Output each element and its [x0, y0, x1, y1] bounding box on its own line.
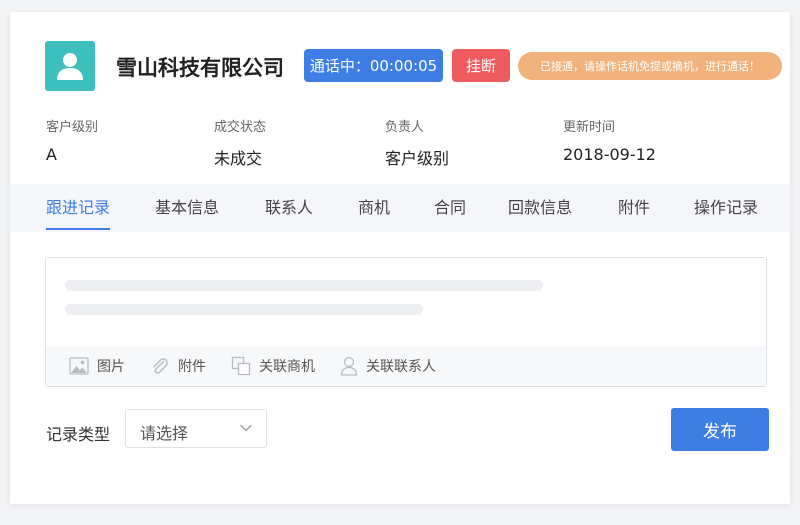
info-value: A: [46, 145, 57, 164]
publish-button[interactable]: 发布: [671, 408, 769, 451]
info-customer-level: 客户级别 A: [46, 116, 98, 164]
paperclip-icon: [153, 358, 168, 374]
tab-attachments[interactable]: 附件: [618, 184, 650, 232]
record-type-select[interactable]: 请选择: [125, 409, 267, 448]
insert-attachment-button[interactable]: 附件: [150, 346, 206, 386]
person-icon: [340, 356, 358, 376]
toolbar-label: 图片: [97, 359, 125, 375]
toolbar-label: 关联商机: [259, 359, 315, 375]
tab-basic-info[interactable]: 基本信息: [155, 184, 219, 232]
follow-up-editor[interactable]: 图片 附件 关联商机 关联联系人: [45, 257, 767, 387]
info-label: 客户级别: [46, 120, 99, 135]
tab-opportunities[interactable]: 商机: [358, 184, 390, 232]
company-name: 雪山科技有限公司: [116, 56, 284, 80]
text-placeholder-line: [65, 304, 423, 315]
image-icon: [69, 357, 89, 375]
tab-follow-up[interactable]: 跟进记录: [46, 184, 111, 232]
info-deal-status: 成交状态 未成交: [214, 116, 266, 169]
user-icon: [57, 53, 83, 80]
toolbar-label: 附件: [178, 359, 206, 375]
customer-card: 雪山科技有限公司 通话中：00:00:05 挂断 已接通，请操作话机免提或摘机，…: [10, 12, 790, 504]
insert-image-button[interactable]: 图片: [69, 346, 125, 386]
info-owner: 负责人 客户级别: [385, 116, 449, 169]
toolbar-label: 关联联系人: [366, 359, 436, 375]
tab-payments[interactable]: 回款信息: [508, 184, 572, 232]
chevron-down-icon: [240, 424, 252, 432]
info-updated-time: 更新时间 2018-09-12: [563, 116, 656, 164]
info-label: 成交状态: [214, 120, 267, 135]
link-contact-button[interactable]: 关联联系人: [340, 346, 436, 386]
info-value: 2018-09-12: [563, 145, 656, 164]
text-placeholder-line: [65, 280, 543, 291]
record-type-label: 记录类型: [46, 425, 111, 444]
tab-contracts[interactable]: 合同: [434, 184, 466, 232]
hangup-button[interactable]: 挂断: [452, 49, 510, 82]
link-opportunity-button[interactable]: 关联商机: [231, 346, 315, 386]
call-status-badge: 通话中：00:00:05: [304, 49, 443, 82]
info-label: 更新时间: [563, 120, 616, 135]
avatar: [45, 41, 95, 91]
info-value: 未成交: [214, 149, 263, 168]
select-placeholder: 请选择: [140, 424, 189, 443]
copy-link-icon: [231, 356, 251, 376]
info-value: 客户级别: [385, 149, 450, 168]
detail-tabs: 跟进记录 基本信息 联系人 商机 合同 回款信息 附件 操作记录: [10, 184, 790, 232]
tab-operation-log[interactable]: 操作记录: [694, 184, 758, 232]
info-label: 负责人: [385, 120, 425, 135]
tab-contacts[interactable]: 联系人: [265, 184, 313, 232]
editor-toolbar: 图片 附件 关联商机 关联联系人: [46, 346, 766, 386]
call-notice-banner: 已接通，请操作话机免提或摘机，进行通话！: [518, 52, 782, 80]
